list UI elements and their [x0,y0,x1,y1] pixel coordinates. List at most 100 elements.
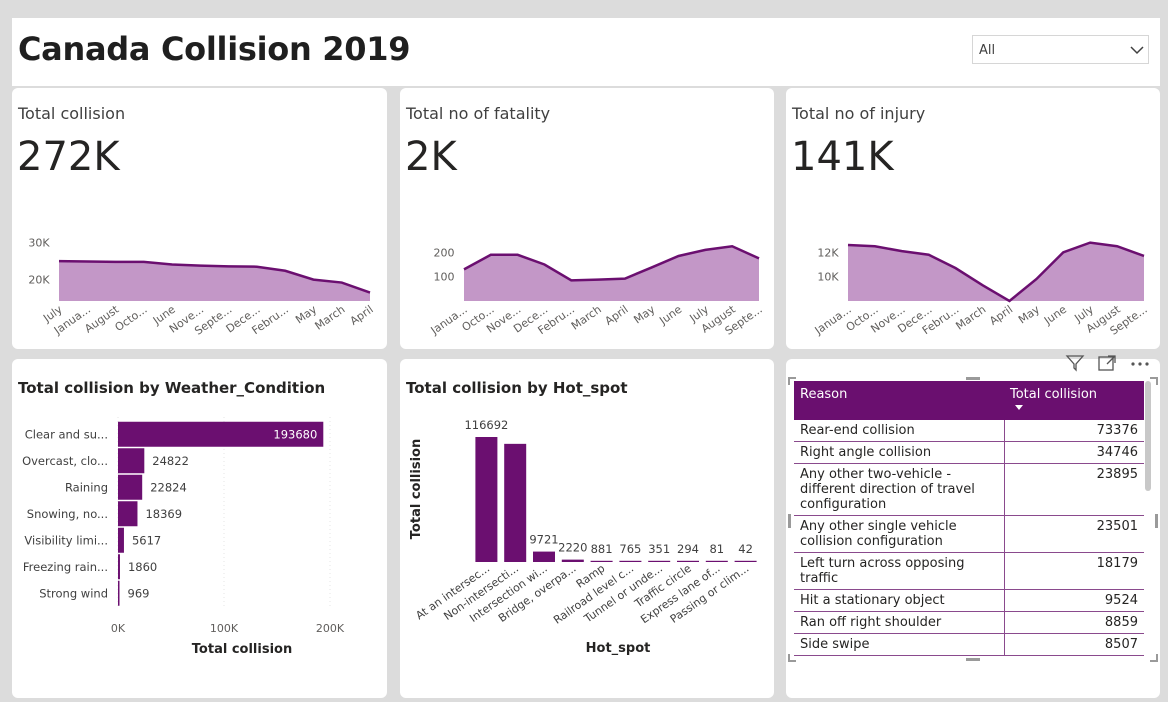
resize-handle-top[interactable] [966,377,980,380]
bar[interactable] [118,501,138,527]
category-label: Freezing rain... [23,560,108,574]
bar[interactable] [118,474,143,500]
bar[interactable] [590,560,613,562]
data-label: 42 [738,542,753,556]
data-label: 81 [709,542,724,556]
bar[interactable] [619,560,642,562]
column-header-total-collision[interactable]: Total collision [1004,381,1144,420]
reason-table: Reason Total collision Rear-end collisio… [794,381,1144,656]
table-row[interactable]: Any other single vehicle collision confi… [794,515,1144,553]
bar[interactable] [118,527,124,553]
x-tick-label: April [348,303,376,328]
column-header-label: Reason [800,387,848,402]
x-tick-label: April [603,303,631,328]
cell-reason: Left turn across opposing traffic [794,552,1005,590]
cell-reason: Any other two-vehicle - different direct… [794,463,1005,516]
table-row[interactable]: Left turn across opposing traffic 18179 [794,552,1144,590]
cell-total-collision: 34746 [1004,441,1144,464]
bar[interactable] [648,560,671,562]
x-axis-title: Hot_spot [586,641,651,656]
bar[interactable] [561,559,584,562]
category-label: Clear and su... [25,427,108,441]
column-header-label: Total collision [1010,387,1098,402]
focus-mode-icon[interactable] [1097,354,1117,372]
cell-reason: Right angle collision [794,441,1005,464]
data-label: 881 [591,542,613,556]
selection-corner [1150,654,1158,662]
visual-header-toolbar [1053,352,1151,374]
cell-total-collision: 73376 [1004,420,1144,442]
category-label: Strong wind [39,586,108,600]
cell-total-collision: 9524 [1004,589,1144,612]
x-tick-label: April [987,303,1015,328]
x-tick-label: March [953,303,988,333]
page-title: Canada Collision 2019 [18,30,411,68]
bar[interactable] [118,448,145,474]
bar[interactable] [533,551,555,562]
x-axis-title: Total collision [192,642,292,657]
x-tick-label: 200K [316,622,345,635]
more-options-icon[interactable] [1129,354,1151,372]
data-label: 765 [619,542,641,556]
x-tick-label: June [1041,303,1069,328]
data-label: 193680 [273,427,317,441]
cell-reason: Hit a stationary object [794,589,1005,612]
reason-table-card[interactable]: Reason Total collision Rear-end collisio… [786,359,1160,698]
table-row[interactable]: Right angle collision 34746 [794,441,1144,464]
y-tick-label: 30K [28,237,50,250]
injury-trend-area-chart[interactable]: 10K12KJanua...Octo...Nove...Dece...Febru… [786,88,1160,349]
data-label: 2220 [558,541,587,555]
bar[interactable] [475,437,498,562]
data-label: 5617 [132,533,161,547]
y-tick-label: 12K [817,246,839,259]
table-row[interactable]: Any other two-vehicle - different direct… [794,463,1144,516]
hotspot-column-chart[interactable]: Hot_spot Total collision 116692At an int… [400,359,774,698]
cell-total-collision: 8507 [1004,633,1144,656]
month-slicer-dropdown[interactable]: All [972,35,1149,64]
table-row[interactable]: Ran off right shoulder 8859 [794,611,1144,634]
bar[interactable] [677,560,699,562]
resize-handle-right[interactable] [1155,514,1158,528]
kpi-card-total-collision[interactable]: Total collision 272K 20K 30K July Janua... A… [12,88,387,349]
x-tick-label: June [656,303,684,328]
bar[interactable] [118,580,120,606]
data-label: 969 [128,586,150,600]
x-tick-label: March [313,303,348,333]
y-tick-label: 200 [434,246,455,259]
y-tick-label: 100 [434,271,455,284]
reason-table-viewport[interactable]: Reason Total collision Rear-end collisio… [794,381,1144,659]
x-tick-label: March [569,303,604,333]
bar[interactable] [734,560,757,562]
table-scrollbar-thumb[interactable] [1145,381,1151,491]
bar[interactable] [705,560,728,562]
filter-icon[interactable] [1065,354,1085,372]
x-tick-label: May [1016,303,1042,327]
fatality-trend-area-chart[interactable]: 100200Janua...Octo...Nove...Dece...Febru… [400,88,774,349]
selection-corner [788,654,796,662]
weather-condition-chart-card[interactable]: Total collision by Weather_Condition Tot… [12,359,387,698]
slicer-selected-value: All [979,43,996,58]
selection-corner [788,377,796,385]
y-tick-label: 10K [817,271,839,284]
table-row[interactable]: Side swipe 8507 [794,633,1144,656]
sort-descending-icon[interactable] [1015,405,1023,410]
data-label: 294 [677,542,699,556]
table-row[interactable]: Rear-end collision 73376 [794,420,1144,442]
table-row[interactable]: Hit a stationary object 9524 [794,589,1144,612]
title-card: Canada Collision 2019 All [12,18,1160,86]
data-label: 18369 [145,507,182,521]
data-label: 22824 [150,480,187,494]
kpi-card-total-fatality[interactable]: Total no of fatality 2K 100 200 Janua... Oc… [400,88,774,349]
category-label: Snowing, no... [27,507,108,521]
bar[interactable] [504,443,527,562]
category-label: Visibility limi... [24,533,108,547]
x-tick-label: Octo... [113,303,150,334]
resize-handle-left[interactable] [788,514,791,528]
bar[interactable] [118,554,120,580]
column-header-reason[interactable]: Reason [794,381,1004,420]
weather-condition-bar-chart[interactable]: Total collision 0K 100K 200K Clear and su..… [12,359,387,698]
resize-handle-bottom[interactable] [966,658,980,661]
hotspot-chart-card[interactable]: Total collision by Hot_spot Hot_spot Tot… [400,359,774,698]
collision-trend-area-chart[interactable]: 20K30KJulyJanua...AugustOcto... JuneNove.… [12,88,387,349]
kpi-card-total-injury[interactable]: Total no of injury 141K 10K 12K Janua... Oc… [786,88,1160,349]
